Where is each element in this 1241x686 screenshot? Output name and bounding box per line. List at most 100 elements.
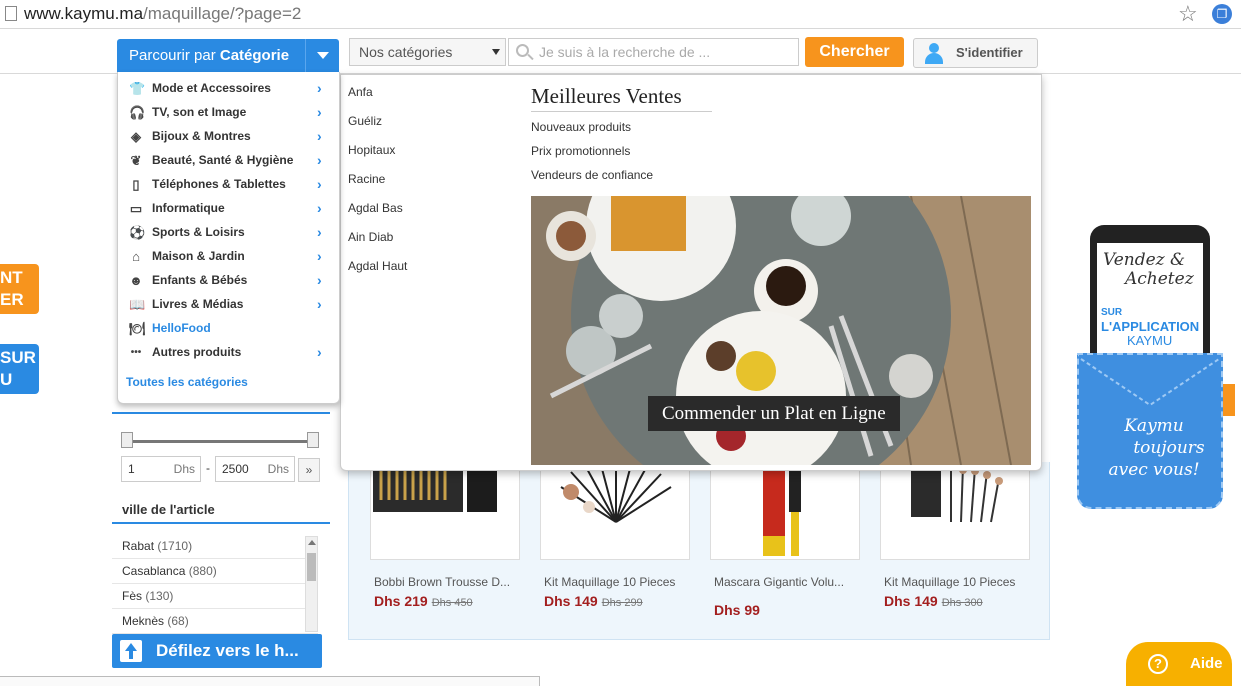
category-item-enfants[interactable]: ☻ Enfants & Bébés › [118, 268, 341, 292]
phone-icon: ▯ [132, 177, 140, 192]
mega-menu-link[interactable]: Vendeurs de confiance [531, 168, 653, 192]
help-label: Aide [1190, 655, 1223, 672]
sub-category-item[interactable]: Guéliz [348, 114, 407, 143]
help-button[interactable]: ? Aide [1126, 642, 1232, 686]
browser-status-bar [0, 676, 540, 686]
app-promo-sur: SUR [1101, 307, 1123, 318]
sub-category-item[interactable]: Agdal Haut [348, 259, 407, 288]
browse-category-bold: Catégorie [219, 47, 290, 64]
arrow-up-icon [120, 640, 142, 662]
category-label: Beauté, Santé & Hygiène [152, 153, 294, 167]
product-image[interactable] [880, 462, 1030, 560]
sub-category-item[interactable]: Racine [348, 172, 407, 201]
all-categories-link[interactable]: Toutes les catégories [126, 375, 248, 389]
baby-icon: ☻ [129, 273, 143, 288]
price-slider-max-handle[interactable] [307, 432, 319, 448]
sub-category-item[interactable]: Anfa [348, 85, 407, 114]
price-max-unit: Dhs [267, 462, 289, 476]
chevron-down-icon[interactable] [305, 39, 339, 72]
bookmark-star-icon[interactable]: ☆ [1178, 1, 1198, 27]
app-download-promo[interactable]: Vendez & Achetez SUR L'APPLICATION KAYMU … [1077, 225, 1223, 510]
hellofood-banner-image[interactable]: Commender un Plat en Ligne [531, 196, 1031, 465]
price-slider-track[interactable] [126, 440, 314, 443]
orange-promo-line2: ER [0, 290, 24, 309]
product-price-old: Dhs 299 [601, 597, 643, 609]
food-icon: 🍽 [129, 321, 146, 336]
product-price-current: Dhs 149 [884, 593, 938, 609]
category-item-informatique[interactable]: ▭ Informatique › [118, 196, 341, 220]
sub-category-item[interactable]: Hopitaux [348, 143, 407, 172]
category-label: Livres & Médias [152, 297, 244, 311]
order-food-cta[interactable]: Commender un Plat en Ligne [648, 396, 900, 431]
mega-menu-links: Nouveaux produits Prix promotionnels Ven… [531, 120, 653, 192]
browse-category-prefix: Parcourir par [129, 47, 216, 64]
chevron-right-icon: › [317, 248, 322, 264]
sub-category-list: Anfa Guéliz Hopitaux Racine Agdal Bas Ai… [348, 85, 407, 288]
url-path: /maquillage/?page=2 [143, 4, 302, 23]
product-name[interactable]: Kit Maquillage 10 Pieces [544, 575, 694, 589]
blue-promo-line2: U [0, 370, 13, 389]
category-item-beaute[interactable]: ❦ Beauté, Santé & Hygiène › [118, 148, 341, 172]
blue-promo-banner[interactable]: SUR U [0, 344, 39, 394]
search-button[interactable]: Chercher [805, 37, 904, 67]
url-text[interactable]: www.kaymu.ma/maquillage/?page=2 [24, 4, 301, 24]
pocket-illustration: Kaymu toujours avec vous! [1077, 353, 1223, 509]
product-image[interactable] [370, 462, 520, 560]
pocket-line1: Kaymu [1124, 416, 1184, 436]
product-image[interactable] [710, 462, 860, 560]
login-label: S'identifier [956, 45, 1023, 60]
select-caret-icon [492, 49, 500, 55]
price-go-button[interactable]: » [298, 458, 320, 482]
browse-category-button[interactable]: Parcourir par Catégorie [117, 39, 339, 72]
price-separator: - [206, 461, 210, 475]
category-select[interactable]: Nos catégories [349, 38, 506, 66]
search-box[interactable] [508, 38, 799, 66]
login-button[interactable]: S'identifier [913, 38, 1038, 68]
scrollbar-thumb[interactable] [307, 553, 316, 581]
product-price: Dhs 219 Dhs 450 [374, 593, 473, 609]
ville-item[interactable]: Fès (130) [112, 584, 318, 609]
category-item-telephones[interactable]: ▯ Téléphones & Tablettes › [118, 172, 341, 196]
price-max-input[interactable]: 2500 Dhs [215, 456, 295, 482]
product-name[interactable]: Bobbi Brown Trousse D... [374, 575, 524, 589]
sub-category-item[interactable]: Ain Diab [348, 230, 407, 259]
ville-item[interactable]: Rabat (1710) [112, 534, 318, 559]
scroll-to-top-button[interactable]: Défilez vers le h... [112, 634, 322, 668]
price-min-value: 1 [128, 462, 135, 476]
category-mega-menu: Anfa Guéliz Hopitaux Racine Agdal Bas Ai… [340, 74, 1042, 471]
ville-filter-title: ville de l'article [122, 502, 215, 517]
more-dots-icon: ••• [130, 347, 142, 358]
category-item-tv[interactable]: 🎧 TV, son et Image › [118, 100, 341, 124]
chevron-right-icon: › [317, 152, 322, 168]
phone-illustration: Vendez & Achetez SUR L'APPLICATION KAYMU [1090, 225, 1210, 365]
category-item-mode[interactable]: 👕 Mode et Accessoires › [118, 76, 341, 100]
chevron-right-icon: › [317, 104, 322, 120]
chevron-right-icon: › [317, 272, 322, 288]
product-image[interactable] [540, 462, 690, 560]
product-name[interactable]: Kit Maquillage 10 Pieces [884, 575, 1034, 589]
category-item-sports[interactable]: ⚽ Sports & Loisirs › [118, 220, 341, 244]
product-price: Dhs 99 [714, 602, 760, 618]
app-promo-brand: KAYMU [1127, 333, 1173, 348]
sub-category-item[interactable]: Agdal Bas [348, 201, 407, 230]
blue-promo-line1: SUR [0, 348, 36, 367]
scroll-up-arrow-icon[interactable] [308, 540, 316, 545]
mega-menu-link[interactable]: Prix promotionnels [531, 144, 653, 168]
category-item-maison[interactable]: ⌂ Maison & Jardin › [118, 244, 341, 268]
ville-scrollbar[interactable] [305, 536, 318, 632]
category-item-bijoux[interactable]: ◈ Bijoux & Montres › [118, 124, 341, 148]
orange-promo-banner[interactable]: NT ER [0, 264, 39, 314]
product-name[interactable]: Mascara Gigantic Volu... [714, 575, 864, 589]
extension-chat-icon[interactable]: ❐ [1212, 4, 1232, 24]
category-item-autres[interactable]: ••• Autres produits › [118, 340, 341, 364]
price-slider-min-handle[interactable] [121, 432, 133, 448]
scroll-to-top-label: Défilez vers le h... [156, 641, 299, 660]
ville-item[interactable]: Casablanca (880) [112, 559, 318, 584]
category-item-livres[interactable]: 📖 Livres & Médias › [118, 292, 341, 316]
side-feedback-tab[interactable] [1223, 384, 1235, 416]
search-input[interactable] [539, 42, 794, 62]
mega-menu-link[interactable]: Nouveaux produits [531, 120, 653, 144]
price-min-input[interactable]: 1 Dhs [121, 456, 201, 482]
category-item-hellofood[interactable]: 🍽 HelloFood [118, 316, 341, 340]
ville-item[interactable]: Meknès (68) [112, 609, 318, 634]
